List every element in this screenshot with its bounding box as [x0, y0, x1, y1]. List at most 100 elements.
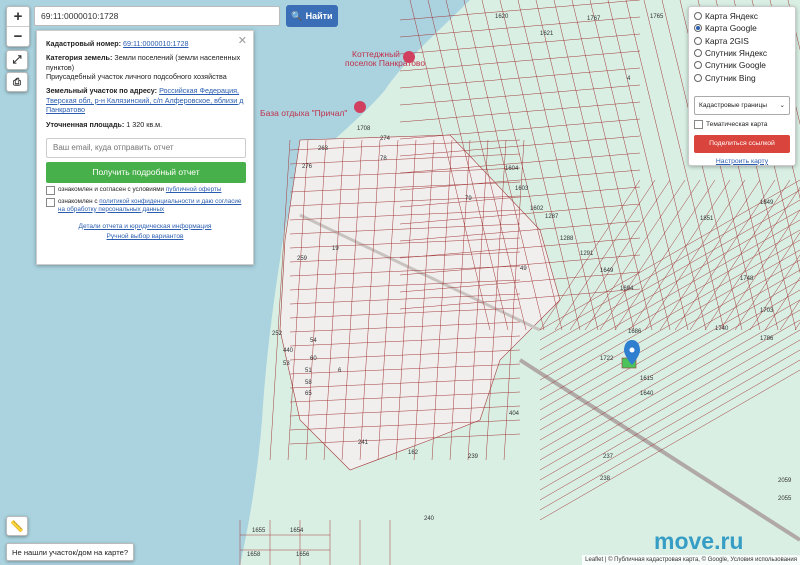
- parcel-number: 1604: [505, 166, 519, 172]
- layer-option[interactable]: Карта 2GIS: [694, 35, 790, 47]
- borders-select-value: Кадастровые границы: [699, 101, 767, 109]
- borders-select[interactable]: Кадастровые границы ⌄: [694, 95, 790, 115]
- print-button[interactable]: ⎙: [6, 72, 28, 92]
- parcel-number: 1649: [600, 268, 614, 274]
- fullscreen-button[interactable]: ⤢: [6, 50, 28, 70]
- privacy-checkbox-row[interactable]: ознакомлен с политикой конфиденциальност…: [46, 197, 244, 214]
- parcel-number: 19: [332, 246, 339, 252]
- search-icon: 🔍: [291, 10, 303, 21]
- search-input[interactable]: [34, 6, 280, 26]
- parcel-number: 237: [603, 454, 614, 460]
- parcel-number: 1658: [247, 552, 261, 558]
- parcel-number: 1603: [515, 186, 529, 192]
- radio-dot[interactable]: [694, 73, 702, 82]
- parcel-number: 1686: [628, 329, 642, 335]
- privacy-checkbox[interactable]: [46, 197, 55, 207]
- parcel-number: 65: [305, 391, 312, 397]
- radio-dot[interactable]: [694, 12, 702, 21]
- thematic-map-checkbox-row[interactable]: Тематическая карта: [694, 119, 790, 129]
- report-details-link[interactable]: Детали отчета и юридическая информация: [79, 223, 212, 230]
- parcel-number: 1851: [700, 216, 714, 222]
- parcel-number: 54: [310, 338, 317, 344]
- parcel-number: 1765: [650, 14, 664, 20]
- email-field[interactable]: [46, 137, 246, 158]
- parcel-number: 1767: [587, 16, 601, 22]
- thematic-label: Тематическая карта: [706, 120, 768, 128]
- printer-icon: ⎙: [13, 76, 21, 88]
- parcel-number: 276: [302, 164, 313, 170]
- parcel-number: 51: [305, 368, 312, 374]
- layer-option-label: Карта Google: [705, 23, 757, 34]
- parcel-number: 49: [520, 266, 527, 272]
- layer-option[interactable]: Карта Яндекс: [694, 10, 790, 22]
- parcel-number: 2055: [778, 496, 792, 502]
- parcel-number: 1849: [760, 200, 774, 206]
- thematic-checkbox[interactable]: [694, 119, 703, 129]
- parcel-number: 78: [380, 156, 387, 162]
- parcel-number: 1287: [545, 214, 559, 220]
- layer-option-label: Спутник Google: [705, 60, 766, 71]
- parcel-number: 1708: [357, 126, 371, 132]
- layer-option[interactable]: Карта Google: [694, 22, 790, 34]
- poi-recreation-base: База отдыха "Причал": [260, 108, 347, 118]
- parcel-number: 274: [380, 136, 391, 142]
- get-report-button[interactable]: Получить подробный отчет: [46, 161, 246, 183]
- basemap-radio-group: Карта Яндекс Карта Google Карта 2GIS Спу…: [694, 10, 790, 84]
- layer-option[interactable]: Спутник Яндекс: [694, 47, 790, 59]
- layer-option-label: Спутник Яндекс: [705, 48, 768, 59]
- zoom-in-button[interactable]: +: [7, 7, 29, 26]
- offer-text: ознакомлен и согласен с условиями публич…: [58, 185, 222, 193]
- parcel-number: 1615: [640, 376, 654, 382]
- move-ru-watermark: move.ru: [654, 528, 744, 554]
- radio-dot[interactable]: [694, 49, 702, 58]
- zoom-out-button[interactable]: −: [7, 26, 29, 46]
- layer-option[interactable]: Спутник Bing: [694, 71, 790, 83]
- layer-option[interactable]: Спутник Google: [694, 59, 790, 71]
- cadastral-label: Кадастровый номер:: [46, 39, 122, 48]
- category-label: Категория земель:: [46, 53, 113, 63]
- parcel-number: 1654: [290, 528, 304, 534]
- parcel-number: 1748: [740, 276, 754, 282]
- poi-cottage-marker[interactable]: [403, 51, 415, 63]
- parcel-number: 239: [468, 454, 479, 460]
- parcel-number: 1703: [760, 308, 774, 314]
- parcel-number: 238: [600, 476, 611, 482]
- not-found-button[interactable]: Не нашли участок/дом на карте?: [6, 543, 135, 561]
- expand-icon: ⤢: [12, 53, 22, 66]
- share-link-button[interactable]: Поделиться ссылкой: [694, 134, 790, 153]
- parcel-number: 1640: [640, 391, 654, 397]
- parcel-number: 1656: [296, 552, 310, 558]
- ruler-button[interactable]: 📏: [6, 516, 28, 536]
- offer-checkbox[interactable]: [46, 185, 55, 195]
- search-button[interactable]: 🔍 Найти: [286, 5, 338, 27]
- parcel-number: 1655: [252, 528, 266, 534]
- area-value: 1 320 кв.м.: [126, 119, 163, 129]
- manual-selection-link[interactable]: Ручной выбор вариантов: [106, 233, 183, 240]
- cadastral-number-link[interactable]: 69:11:0000010:1728: [123, 39, 188, 48]
- offer-checkbox-row[interactable]: ознакомлен и согласен с условиями публич…: [46, 185, 244, 195]
- parcel-number: 240: [424, 516, 435, 522]
- chevron-down-icon: ⌄: [779, 102, 785, 110]
- radio-dot[interactable]: [694, 61, 702, 70]
- radio-dot[interactable]: [694, 24, 702, 33]
- parcel-number: 252: [272, 331, 283, 337]
- search-button-label: Найти: [305, 11, 333, 21]
- close-icon[interactable]: ✕: [238, 34, 247, 48]
- public-offer-link[interactable]: публичной оферты: [166, 186, 222, 193]
- address-label: Земельный участок по адресу:: [46, 86, 158, 96]
- layer-switcher-panel: Карта Яндекс Карта Google Карта 2GIS Спу…: [688, 6, 796, 166]
- radio-dot[interactable]: [694, 36, 702, 45]
- map-attribution: Leaflet | © Публичная кадастровая карта,…: [582, 555, 800, 565]
- parcel-number: 162: [408, 450, 419, 456]
- parcel-number: 404: [509, 411, 520, 417]
- parcel-number: 1620: [495, 14, 509, 20]
- setup-map-link[interactable]: Настроить карту: [716, 158, 768, 165]
- privacy-text: ознакомлен с политикой конфиденциальност…: [58, 197, 242, 213]
- parcel-number: 263: [318, 146, 329, 152]
- parcel-number: 1722: [600, 356, 614, 362]
- poi-recreation-marker[interactable]: [354, 101, 366, 113]
- parcel-number: 1602: [530, 206, 544, 212]
- zoom-control: + −: [6, 6, 30, 47]
- parcel-number: 60: [310, 356, 317, 362]
- parcel-number: 1288: [560, 236, 574, 242]
